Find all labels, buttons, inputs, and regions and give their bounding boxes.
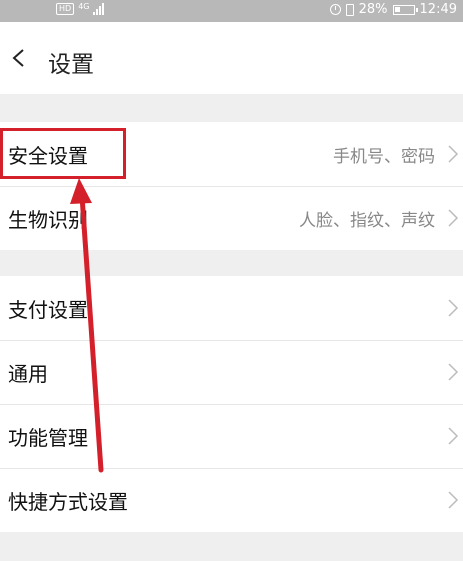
settings-group-2: 支付设置 通用 功能管理 快捷方式设置 (0, 276, 463, 532)
payment-settings-item[interactable]: 支付设置 (0, 276, 463, 340)
page-title: 设置 (48, 52, 94, 78)
back-arrow-icon[interactable] (10, 48, 30, 68)
battery-percent: 28% (358, 2, 388, 17)
status-bar: HD 4G 28% 12:49 (0, 0, 463, 22)
clock: 12:49 (419, 2, 457, 17)
feature-management-label: 功能管理 (8, 425, 88, 450)
security-settings-label: 安全设置 (8, 143, 88, 168)
payment-settings-label: 支付设置 (8, 297, 88, 322)
network-type: 4G (78, 1, 90, 11)
vibrate-icon (345, 3, 354, 16)
alarm-icon (329, 4, 341, 15)
feature-management-item[interactable]: 功能管理 (0, 404, 463, 468)
signal-icon (93, 3, 105, 15)
chevron-right-icon (448, 299, 459, 317)
security-settings-item[interactable]: 安全设置 手机号、密码 (0, 122, 463, 186)
security-settings-value: 手机号、密码 (333, 146, 435, 167)
chevron-right-icon (448, 145, 459, 163)
status-right: 28% 12:49 (329, 2, 457, 17)
chevron-right-icon (448, 209, 459, 227)
biometric-item[interactable]: 生物识别 人脸、指纹、声纹 (0, 186, 463, 250)
status-left: HD 4G (56, 1, 105, 15)
chevron-right-icon (448, 491, 459, 509)
chevron-right-icon (448, 427, 459, 445)
general-item[interactable]: 通用 (0, 340, 463, 404)
biometric-label: 生物识别 (8, 207, 88, 232)
biometric-value: 人脸、指纹、声纹 (299, 210, 435, 231)
general-label: 通用 (8, 361, 48, 386)
chevron-right-icon (448, 363, 459, 381)
settings-group-1: 安全设置 手机号、密码 生物识别 人脸、指纹、声纹 (0, 122, 463, 250)
battery-icon (392, 4, 418, 15)
shortcut-settings-item[interactable]: 快捷方式设置 (0, 468, 463, 532)
shortcut-settings-label: 快捷方式设置 (8, 489, 128, 514)
hd-badge: HD (56, 3, 75, 15)
header: 设置 (0, 22, 463, 94)
